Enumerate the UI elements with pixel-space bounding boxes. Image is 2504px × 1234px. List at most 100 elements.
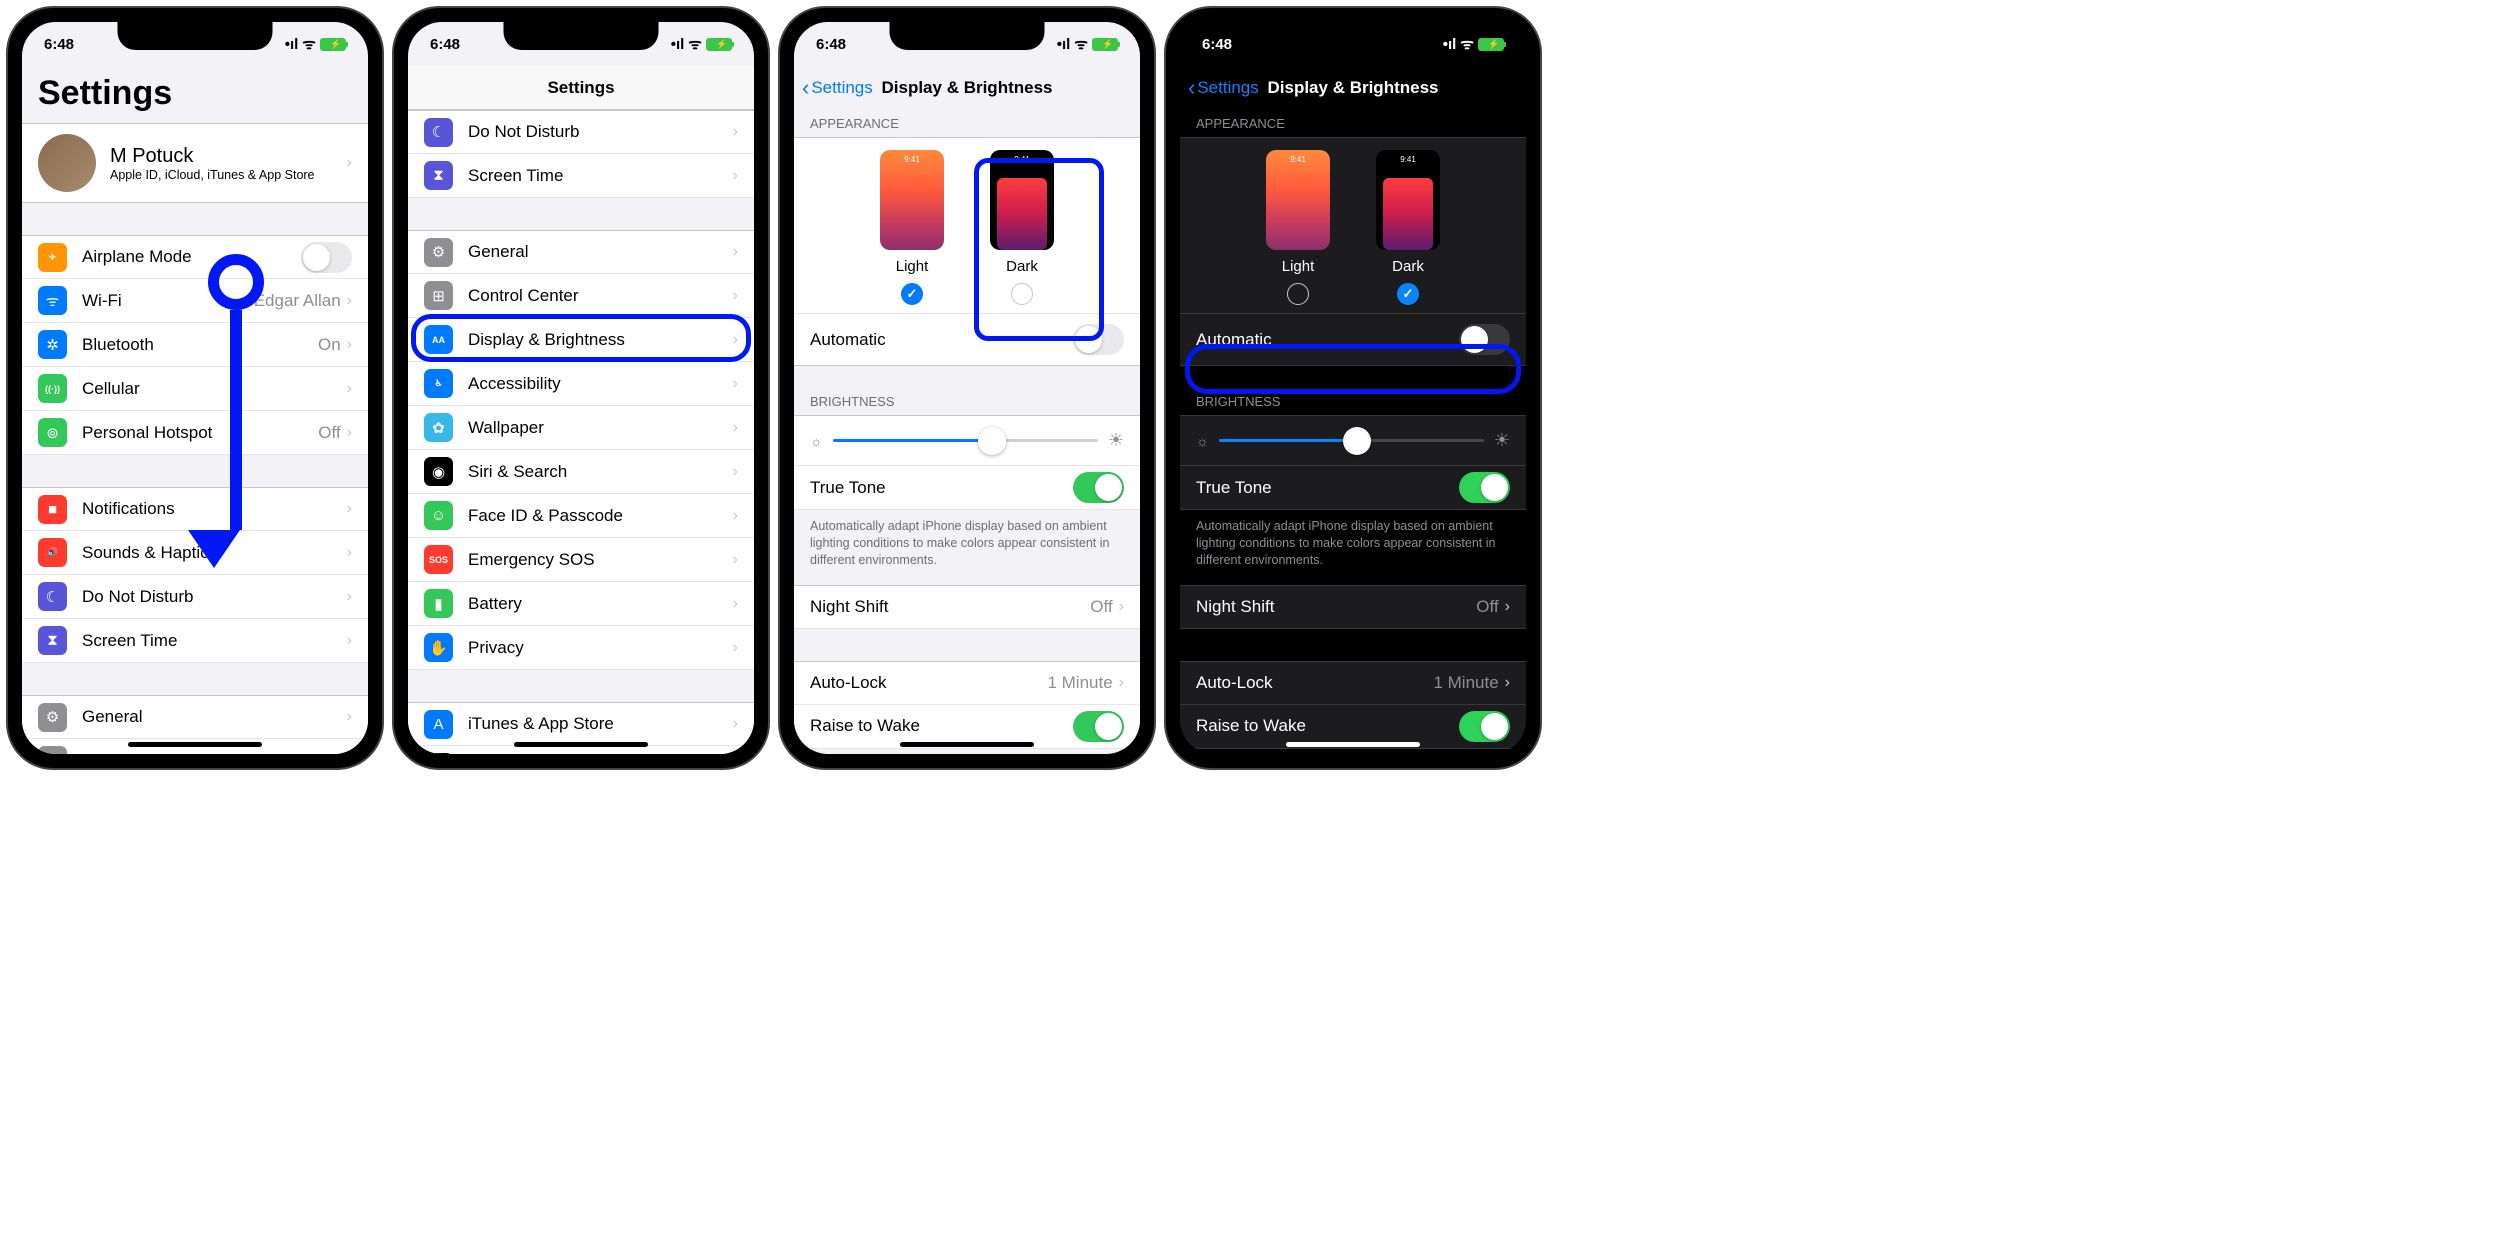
radio-dark[interactable] [1397,283,1419,305]
chevron-icon: › [733,419,738,437]
row-icon: ⊚ [38,418,67,447]
status-time: 6:48 [816,36,846,53]
chevron-icon: › [347,632,352,650]
row-icon: ♿︎ [424,369,453,398]
appearance-light-option[interactable]: 9:41 Light [1266,150,1330,305]
toggle-switch[interactable] [301,242,352,273]
chevron-icon: › [347,292,352,310]
settings-row[interactable]: ✋ Privacy› [408,626,754,670]
settings-row[interactable]: ✈︎ Airplane Mode [22,235,368,279]
auto-lock-row[interactable]: Auto-Lock 1 Minute › [1180,661,1526,705]
row-label: Control Center [82,751,347,755]
chevron-icon: › [347,500,352,518]
nav-title: Settings [547,78,614,98]
settings-row[interactable]: ☺ Face ID & Passcode› [408,494,754,538]
settings-row[interactable]: ((·)) Cellular› [22,367,368,411]
settings-row[interactable]: ■ Notifications› [22,487,368,531]
row-icon: AA [424,325,453,354]
settings-row[interactable]: ♿︎ Accessibility› [408,362,754,406]
settings-row[interactable]: ᯤ Wi-FiEdgar Allan› [22,279,368,323]
settings-row[interactable]: A iTunes & App Store› [408,702,754,746]
row-label: Siri & Search [468,462,733,482]
home-indicator[interactable] [514,742,648,747]
brightness-slider[interactable] [833,439,1098,442]
brightness-header: BRIGHTNESS [794,388,1140,415]
true-tone-row: True Tone [1180,466,1526,510]
night-shift-value: Off [1476,597,1498,617]
true-tone-switch[interactable] [1073,472,1124,503]
true-tone-description: Automatically adapt iPhone display based… [1180,510,1526,585]
chevron-icon: › [733,551,738,569]
nav-bar: ‹Settings Display & Brightness [1180,66,1526,110]
settings-row[interactable]: ⊚ Personal HotspotOff› [22,411,368,455]
chevron-icon: › [733,167,738,185]
settings-row[interactable]: ▭ Wallet & Apple Pay› [408,746,754,754]
back-button[interactable]: ‹Settings [1188,75,1259,101]
settings-row[interactable]: ✲ BluetoothOn› [22,323,368,367]
auto-lock-label: Auto-Lock [810,673,1047,693]
true-tone-switch[interactable] [1459,472,1510,503]
brightness-slider-row: ☼ ☀ [794,415,1140,466]
settings-row[interactable]: ⚙ General› [408,230,754,274]
dark-preview: 9:41 [1376,150,1440,250]
back-button[interactable]: ‹Settings [802,75,873,101]
row-icon: ⊞ [424,281,453,310]
automatic-switch[interactable] [1459,324,1510,355]
true-tone-description: Automatically adapt iPhone display based… [794,510,1140,585]
automatic-label: Automatic [810,330,886,350]
radio-dark[interactable] [1011,283,1033,305]
row-icon: ✿ [424,413,453,442]
profile-row[interactable]: M Potuck Apple ID, iCloud, iTunes & App … [22,123,368,203]
settings-row[interactable]: ▮ Battery› [408,582,754,626]
settings-row[interactable]: ⧗ Screen Time› [22,619,368,663]
night-shift-row[interactable]: Night Shift Off › [1180,585,1526,629]
row-icon: A [424,710,453,739]
home-indicator[interactable] [128,742,262,747]
true-tone-label: True Tone [810,478,1073,498]
automatic-switch[interactable] [1073,324,1124,355]
appearance-light-option[interactable]: 9:41 Light [880,150,944,305]
phone-frame-1: 6:48 •ıl ᯤ ⚡ Settings M Potuck Apple ID,… [8,8,382,768]
home-indicator[interactable] [1286,742,1420,747]
brightness-header: BRIGHTNESS [1180,388,1526,415]
appearance-dark-option[interactable]: 9:41 Dark [1376,150,1440,305]
radio-light[interactable] [901,283,923,305]
row-label: Face ID & Passcode [468,506,733,526]
brightness-slider[interactable] [1219,439,1484,442]
row-icon: ⧗ [38,626,67,655]
home-indicator[interactable] [900,742,1034,747]
row-icon: ⧗ [424,161,453,190]
chevron-icon: › [733,243,738,261]
battery-icon: ⚡ [1092,38,1118,51]
appearance-dark-option[interactable]: 9:41 Dark [990,150,1054,305]
appearance-selector: 9:41 Light 9:41 Dark [1180,137,1526,314]
row-label: Do Not Disturb [82,587,347,607]
settings-row[interactable]: AA Display & Brightness› [408,318,754,362]
settings-row[interactable]: SOS Emergency SOS› [408,538,754,582]
row-label: Accessibility [468,374,733,394]
raise-to-wake-switch[interactable] [1073,711,1124,742]
settings-row[interactable]: ⊞ Control Center› [408,274,754,318]
chevron-icon: › [733,715,738,733]
raise-to-wake-switch[interactable] [1459,711,1510,742]
settings-row[interactable]: ✿ Wallpaper› [408,406,754,450]
dark-label: Dark [1006,258,1038,275]
row-icon: ◉ [424,457,453,486]
row-label: Bluetooth [82,335,318,355]
row-icon: ⊞ [38,746,67,754]
row-label: Airplane Mode [82,247,301,267]
settings-row[interactable]: ☾ Do Not Disturb› [22,575,368,619]
chevron-icon: › [733,123,738,141]
auto-lock-row[interactable]: Auto-Lock 1 Minute › [794,661,1140,705]
radio-light[interactable] [1287,283,1309,305]
settings-row[interactable]: ⧗ Screen Time› [408,154,754,198]
settings-row[interactable]: ◉ Siri & Search› [408,450,754,494]
settings-group-connectivity: ✈︎ Airplane Mode ᯤ Wi-FiEdgar Allan› ✲ B… [22,235,368,455]
automatic-label: Automatic [1196,330,1272,350]
settings-row[interactable]: ☾ Do Not Disturb› [408,110,754,154]
settings-row[interactable]: ⚙ General› [22,695,368,739]
chevron-icon: › [347,752,352,755]
auto-lock-label: Auto-Lock [1196,673,1433,693]
row-label: Battery [468,594,733,614]
night-shift-row[interactable]: Night Shift Off › [794,585,1140,629]
